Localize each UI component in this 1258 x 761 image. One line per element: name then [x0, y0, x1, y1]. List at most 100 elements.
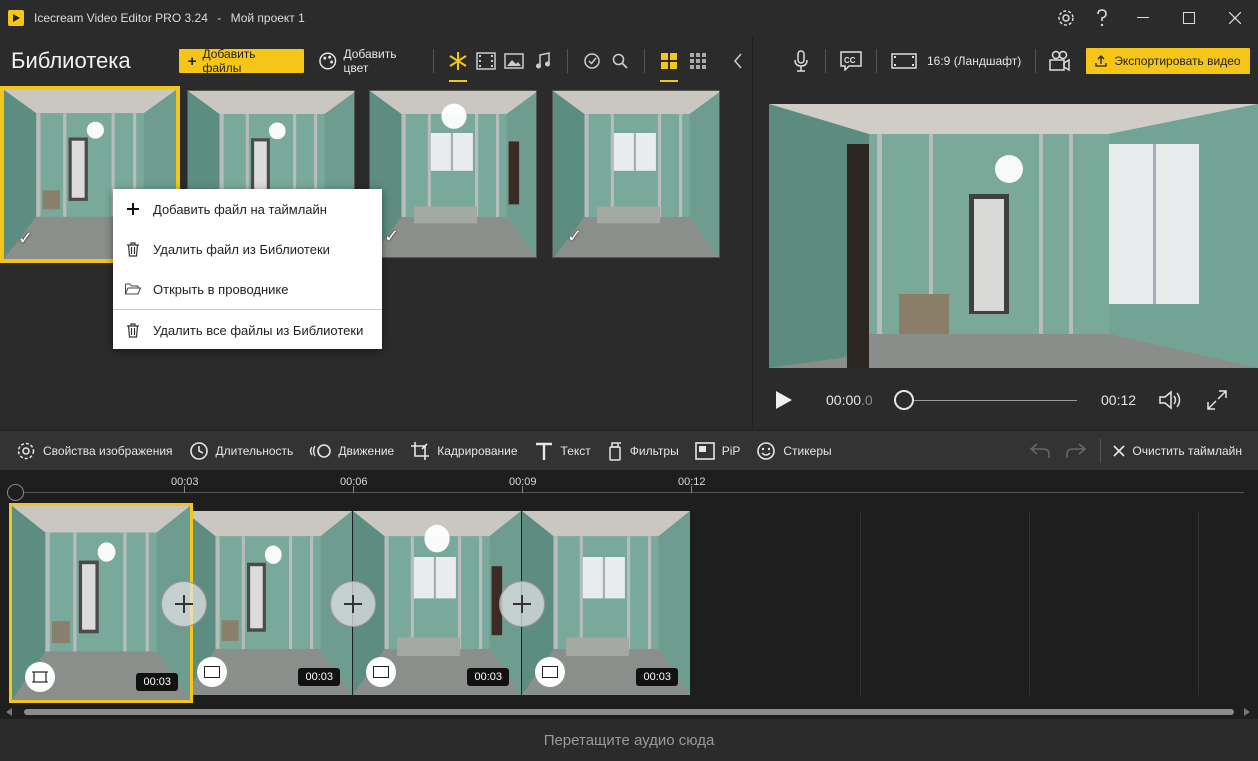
subtitles-cc-icon[interactable]: CC	[840, 46, 862, 76]
folder-icon	[113, 283, 153, 295]
help-icon[interactable]	[1084, 0, 1120, 36]
collapse-chevron-left-icon[interactable]	[724, 47, 752, 75]
export-upload-icon	[1095, 55, 1107, 67]
crop-button[interactable]: Кадрирование	[410, 441, 518, 461]
menu-open-in-explorer[interactable]: Открыть в проводнике	[113, 269, 382, 309]
library-title: Библиотека	[11, 48, 131, 73]
current-time: 00:00.0	[826, 392, 873, 408]
timeline: 00:03 00:06 00:09 00:12 00:03 00:03 00:0…	[0, 470, 1258, 718]
filters-button[interactable]: Фильтры	[607, 441, 679, 461]
timeline-clip-4[interactable]: 00:03	[522, 511, 690, 695]
stickers-button[interactable]: Стикеры	[756, 441, 832, 461]
palette-icon	[319, 52, 337, 70]
menu-add-to-timeline[interactable]: Добавить файл на таймлайн	[113, 189, 382, 229]
scroll-left-arrow-icon[interactable]	[6, 708, 12, 716]
image-properties-button[interactable]: Свойства изображения	[16, 441, 173, 461]
text-icon	[535, 442, 552, 460]
audio-drop-zone[interactable]: Перетащите аудио сюда	[0, 719, 1258, 761]
clear-timeline-button[interactable]: Очистить таймлайн	[1113, 444, 1242, 458]
text-button[interactable]: Текст	[534, 441, 591, 461]
pip-icon	[694, 441, 715, 460]
crop-icon	[411, 441, 430, 460]
add-transition-button[interactable]	[161, 581, 207, 627]
menu-remove-all-from-library[interactable]: Удалить все файлы из Библиотеки	[113, 310, 382, 350]
seek-bar[interactable]	[904, 400, 1077, 401]
undo-icon[interactable]	[1022, 443, 1058, 459]
playhead-handle[interactable]	[7, 484, 24, 501]
aspect-ratio-selector[interactable]: 16:9 (Ландшафт)	[891, 46, 1021, 76]
motion-button[interactable]: Движение	[309, 443, 394, 459]
clip-duration-badge: 00:03	[467, 668, 509, 686]
add-transition-button[interactable]	[499, 581, 545, 627]
fullscreen-icon[interactable]	[1207, 390, 1227, 410]
image-clip-icon[interactable]	[535, 657, 565, 687]
plus-icon: +	[187, 52, 197, 70]
redo-icon[interactable]	[1058, 443, 1094, 459]
microphone-icon[interactable]	[793, 46, 809, 76]
time-ruler[interactable]: 00:03 00:06 00:09 00:12	[0, 470, 1258, 501]
checkmark-icon: ✓	[384, 226, 400, 246]
filters-icon	[609, 441, 621, 461]
checkmark-icon: ✓	[18, 228, 34, 248]
pip-button[interactable]: PiP	[694, 441, 740, 460]
image-clip-icon[interactable]	[366, 657, 396, 687]
library-header: Библиотека + Добавить файлы Добавить цве…	[0, 36, 752, 86]
scroll-right-arrow-icon[interactable]	[1244, 708, 1250, 716]
preview-header: CC 16:9 (Ландшафт) Экспортировать видео	[753, 36, 1258, 86]
timeline-clip-3[interactable]: 00:03	[353, 511, 521, 695]
filter-video-icon[interactable]	[472, 47, 500, 75]
smiley-icon	[757, 441, 776, 460]
volume-icon[interactable]	[1159, 390, 1183, 410]
view-small-grid-icon[interactable]	[683, 47, 711, 75]
add-color-button[interactable]: Добавить цвет	[318, 47, 423, 75]
tick-label: 00:03	[171, 476, 199, 488]
play-icon[interactable]	[775, 390, 793, 410]
plus-icon	[175, 595, 193, 613]
export-video-button[interactable]: Экспортировать видео	[1086, 48, 1250, 74]
settings-gear-icon[interactable]	[1048, 0, 1084, 36]
tick-label: 00:06	[340, 476, 368, 488]
aspect-ratio-icon	[891, 53, 917, 69]
minimize-icon[interactable]	[1120, 0, 1166, 36]
sort-icon[interactable]	[578, 47, 606, 75]
filter-all-star-icon[interactable]	[444, 47, 472, 82]
add-files-button[interactable]: + Добавить файлы	[178, 47, 304, 75]
trash-icon	[113, 241, 153, 257]
video-preview	[769, 104, 1258, 368]
plus-icon	[344, 595, 362, 613]
clock-icon	[189, 441, 208, 460]
library-thumb-4[interactable]: ✓	[552, 90, 720, 258]
trash-icon	[113, 322, 153, 338]
image-clip-icon[interactable]	[197, 657, 227, 687]
plus-icon	[113, 203, 153, 215]
plus-icon	[513, 595, 531, 613]
filter-image-icon[interactable]	[500, 47, 528, 75]
checkmark-icon: ✓	[567, 226, 583, 246]
crop-clip-icon[interactable]	[25, 662, 55, 692]
timeline-clip-2[interactable]: 00:03	[184, 511, 352, 695]
view-large-grid-icon[interactable]	[655, 47, 683, 82]
clip-duration-badge: 00:03	[636, 668, 678, 686]
search-icon[interactable]	[606, 47, 634, 75]
library-thumb-3[interactable]: ✓	[369, 90, 537, 258]
motion-icon	[310, 443, 332, 458]
title-bar: Icecream Video Editor PRO 3.24 - Мой про…	[0, 0, 1258, 36]
close-icon[interactable]	[1212, 0, 1258, 36]
scrollbar-thumb[interactable]	[24, 709, 1234, 715]
edit-toolbar: Свойства изображения Длительность Движен…	[0, 430, 1258, 470]
add-transition-button[interactable]	[330, 581, 376, 627]
timeline-scrollbar[interactable]	[0, 705, 1258, 719]
seek-handle[interactable]	[894, 390, 914, 410]
window-title: Icecream Video Editor PRO 3.24 - Мой про…	[34, 11, 305, 25]
preview-panel: 00:00.0 00:12	[753, 86, 1258, 430]
app-logo-icon	[8, 10, 24, 26]
clip-duration-badge: 00:03	[136, 673, 178, 691]
menu-remove-from-library[interactable]: Удалить файл из Библиотеки	[113, 229, 382, 269]
tick-label: 00:09	[509, 476, 537, 488]
library-context-menu: Добавить файл на таймлайн Удалить файл и…	[113, 189, 382, 349]
clip-duration-badge: 00:03	[298, 668, 340, 686]
duration-button[interactable]: Длительность	[189, 441, 293, 461]
maximize-icon[interactable]	[1166, 0, 1212, 36]
webcam-record-icon[interactable]	[1048, 46, 1071, 76]
filter-audio-icon[interactable]	[528, 47, 556, 75]
